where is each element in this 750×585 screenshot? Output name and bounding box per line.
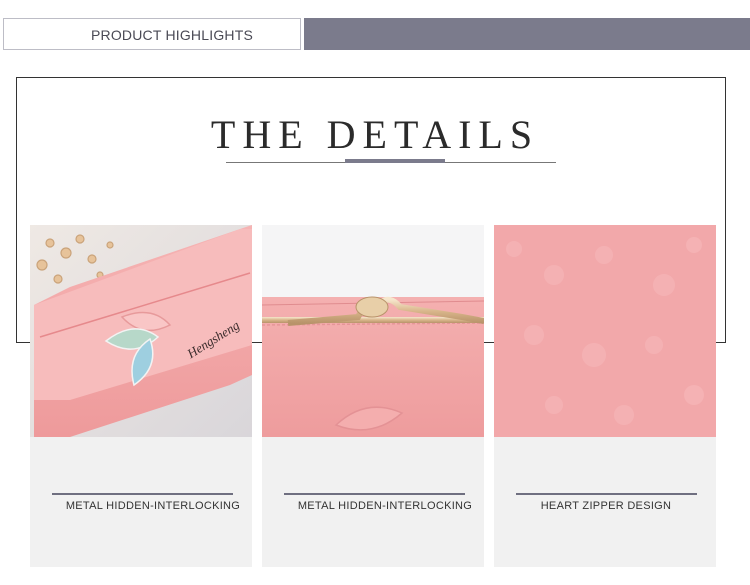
feature-caption: HEART ZIPPER DESIGN bbox=[540, 500, 672, 512]
leather-texture-photo bbox=[494, 225, 716, 437]
feature-card-3: HEART ZIPPER DESIGN bbox=[494, 225, 716, 567]
clasp-closeup-photo bbox=[262, 225, 484, 437]
product-highlights-label: PRODUCT HIGHLIGHTS bbox=[90, 27, 254, 43]
section-title: THE DETAILS bbox=[210, 112, 540, 157]
feature-card-1: Hengsheng METAL HIDDEN-INTERLOCKING bbox=[30, 225, 252, 567]
feature-caption: METAL HIDDEN-INTERLOCKING bbox=[65, 500, 241, 512]
wallet-front-photo: Hengsheng bbox=[30, 225, 252, 437]
caption-divider bbox=[284, 493, 465, 495]
product-highlights-tab: PRODUCT HIGHLIGHTS bbox=[3, 18, 301, 50]
caption-divider bbox=[52, 493, 233, 495]
feature-card-2: METAL HIDDEN-INTERLOCKING bbox=[262, 225, 484, 567]
feature-caption: METAL HIDDEN-INTERLOCKING bbox=[297, 500, 473, 512]
caption-divider bbox=[516, 493, 697, 495]
header-accent-bar bbox=[304, 18, 750, 50]
title-underline-accent bbox=[345, 159, 445, 163]
